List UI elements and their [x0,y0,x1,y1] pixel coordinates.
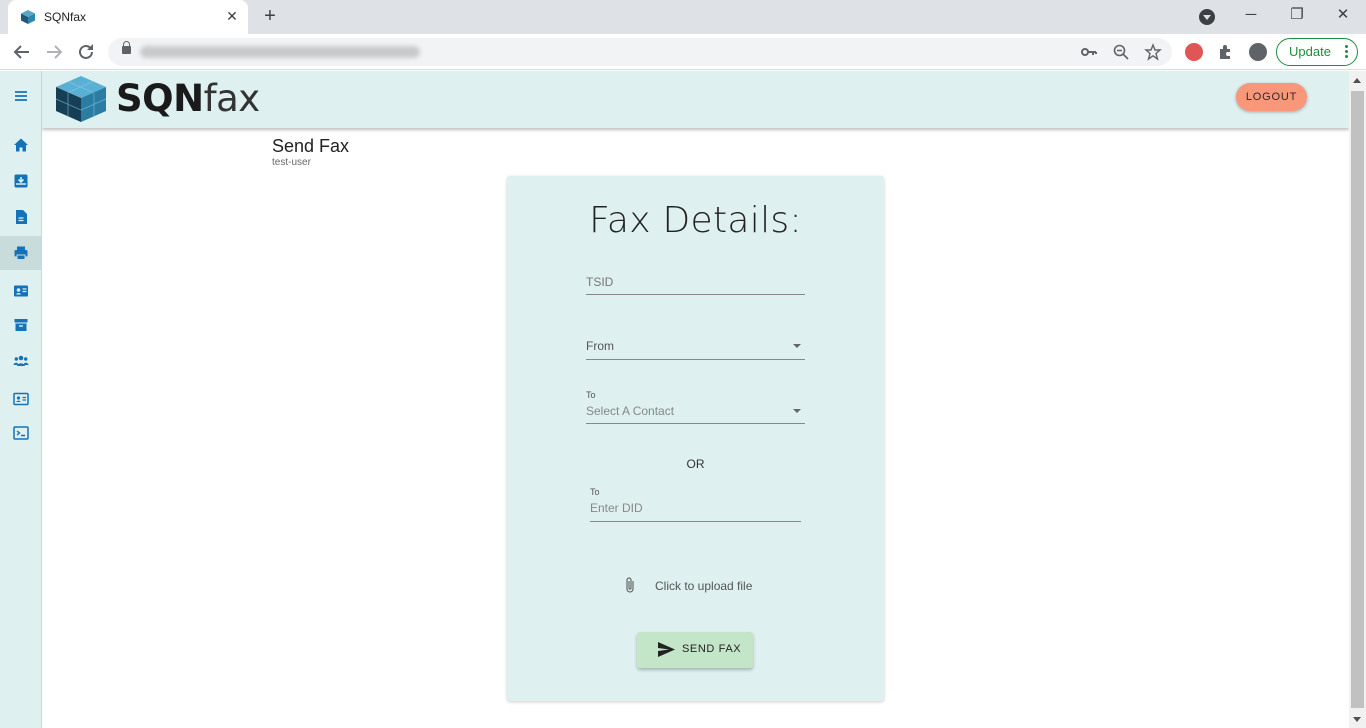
sidebar-item-terminal[interactable] [0,416,42,450]
sidebar-item-inbox[interactable] [0,164,42,198]
logo-text: SQNfax [116,77,260,120]
page-title: Send Fax [272,136,350,156]
terminal-icon [13,426,29,440]
zoom-icon[interactable] [1112,43,1130,61]
inbox-icon [14,174,28,188]
back-icon[interactable] [10,40,34,64]
key-icon[interactable] [1080,43,1098,61]
update-label: Update [1289,44,1331,59]
sidebar-item-profile[interactable] [0,382,42,416]
sidebar-item-contacts[interactable] [0,274,42,308]
scroll-down-icon[interactable] [1353,717,1361,722]
extension-blocker-icon[interactable] [1185,43,1203,61]
sidebar [0,71,42,728]
from-label: From [586,339,614,353]
users-icon [13,355,29,366]
to-did-placeholder: Enter DID [590,501,643,515]
minimize-button[interactable]: ─ [1239,4,1263,28]
document-icon [16,210,27,224]
to-contact-placeholder: Select A Contact [586,404,675,418]
sidebar-item-home[interactable] [0,128,42,162]
profile-avatar-icon[interactable] [1249,43,1267,61]
logout-button[interactable]: LOGOUT [1236,83,1307,111]
from-select[interactable]: From [586,332,805,360]
sidebar-menu-toggle[interactable] [0,79,42,113]
sidebar-item-users[interactable] [0,344,42,378]
to-did-label: To [590,487,600,497]
scroll-up-icon[interactable] [1353,78,1361,83]
send-icon [658,642,675,657]
fax-icon [14,246,28,260]
sidebar-item-send-fax[interactable] [0,236,42,270]
tsid-placeholder: TSID [586,275,614,289]
send-fax-button[interactable]: SEND FAX [637,632,753,668]
archive-icon [14,319,28,331]
fax-details-title: Fax Details: [589,200,802,241]
menu-icon [15,91,27,101]
id-card-icon [13,392,29,406]
forward-icon[interactable] [42,40,66,64]
browser-tabstrip: SQNfax ✕ + ─ ❐ ✕ [0,0,1366,34]
to-contact-select[interactable]: To Select A Contact [586,387,805,424]
address-bar[interactable] [108,38,1172,66]
browser-tab[interactable]: SQNfax ✕ [8,0,248,34]
logo-light-text: fax [203,77,261,120]
app-header: SQNfax LOGOUT [42,71,1349,128]
home-icon [14,138,28,152]
bookmark-star-icon[interactable] [1144,43,1162,61]
to-did-input[interactable]: To Enter DID [590,484,801,522]
paperclip-icon [626,577,634,593]
scroll-thumb[interactable] [1351,91,1364,708]
lock-icon[interactable] [122,41,131,54]
sqnfax-logo-icon [55,76,107,122]
new-tab-button[interactable]: + [260,6,280,28]
menu-dots-icon[interactable] [1345,45,1348,59]
chevron-down-icon [793,344,801,348]
tab-close-icon[interactable]: ✕ [224,8,240,24]
sidebar-item-archive[interactable] [0,308,42,342]
close-window-button[interactable]: ✕ [1331,4,1355,28]
tab-title: SQNfax [44,10,87,24]
logo-bold-text: SQN [116,77,204,120]
sqnfax-favicon-icon [21,10,35,24]
chevron-down-icon [793,409,801,413]
or-separator: OR [686,457,705,471]
tsid-input[interactable]: TSID [586,268,805,295]
reload-icon[interactable] [74,40,98,64]
sidebar-item-documents[interactable] [0,200,42,234]
url-text-blurred [140,46,420,58]
send-fax-label: SEND FAX [682,643,742,655]
extensions-puzzle-icon[interactable] [1214,40,1238,64]
page-subtitle-username: test-user [272,157,311,168]
contacts-icon [14,285,28,297]
upload-file-text: Click to upload file [655,579,753,593]
fax-details-card: Fax Details: TSID From To Select A Conta… [507,176,884,701]
update-button[interactable]: Update [1276,38,1358,66]
tab-search-icon[interactable] [1199,9,1215,25]
to-contact-label: To [586,390,596,400]
maximize-button[interactable]: ❐ [1285,4,1309,28]
browser-toolbar: Update [0,34,1366,70]
page-scrollbar[interactable] [1349,71,1366,728]
